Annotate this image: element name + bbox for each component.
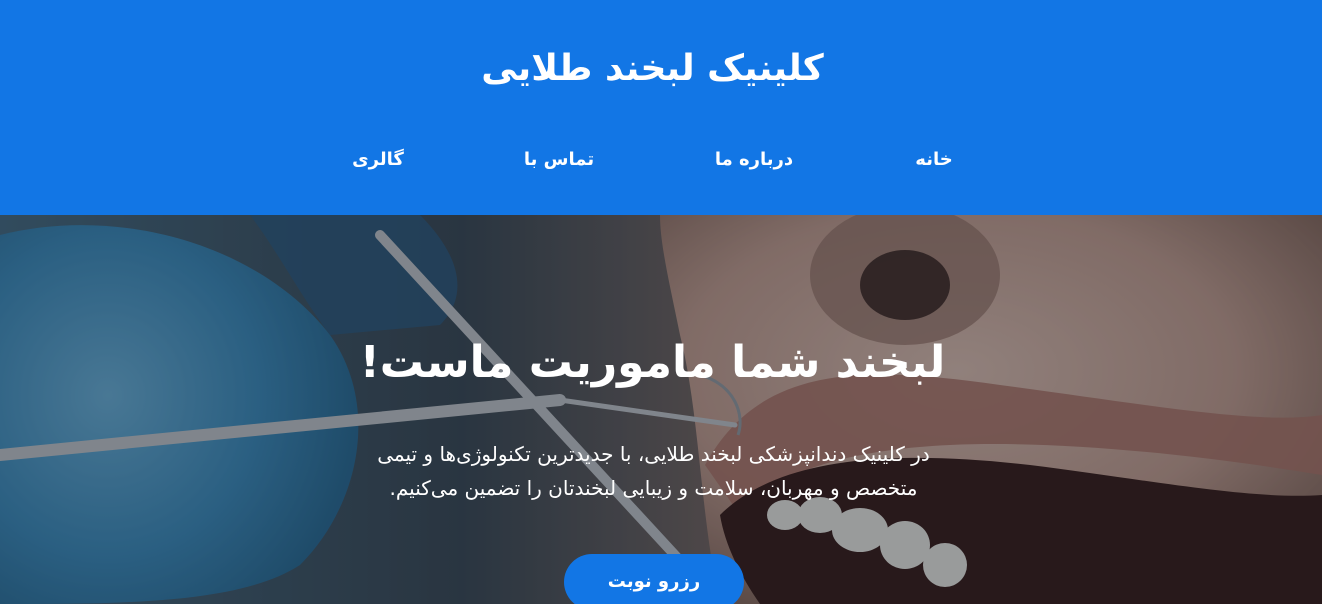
nav-link-home[interactable]: خانه bbox=[859, 146, 1009, 174]
hero-overlay bbox=[0, 215, 1322, 604]
site-header: کلینیک لبخند طلایی خانه درباره ما تماس ب… bbox=[0, 0, 1322, 215]
main-nav: خانه درباره ما تماس با گالری bbox=[0, 146, 1322, 176]
hero-section: لبخند شما ماموریت ماست! در کلینیک دندانپ… bbox=[0, 215, 1322, 604]
nav-link-about[interactable]: درباره ما bbox=[679, 146, 829, 174]
nav-link-gallery[interactable]: گالری bbox=[303, 146, 453, 174]
book-appointment-button[interactable]: رزرو نوبت bbox=[564, 554, 744, 604]
hero-description: در کلینیک دندانپزشکی لبخند طلایی، با جدی… bbox=[377, 442, 930, 500]
hero-title: لبخند شما ماموریت ماست! bbox=[359, 337, 946, 388]
site-title: کلینیک لبخند طلایی bbox=[481, 48, 824, 89]
nav-link-contact[interactable]: تماس با bbox=[484, 146, 634, 174]
